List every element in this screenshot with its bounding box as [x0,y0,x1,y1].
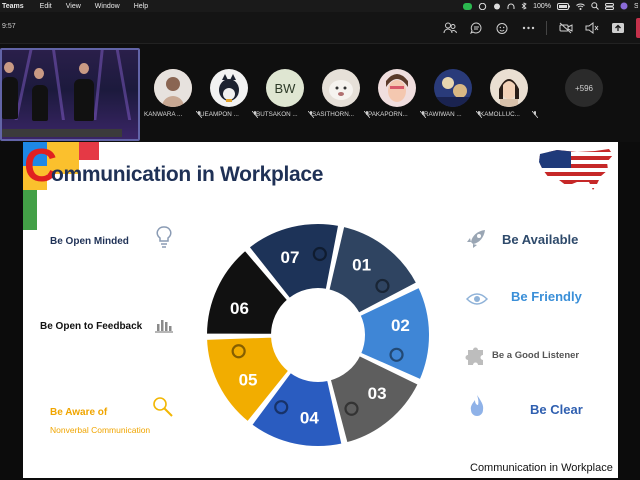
label-open-minded: Be Open Minded [50,236,129,247]
avatar [322,69,360,107]
presenter-head [4,62,14,73]
meeting-timer: 9:57 [2,23,16,30]
wifi-icon[interactable] [576,3,585,10]
participant-strip: KANWARA ... UEAMPON ... BW BUTSAKON ... … [0,44,640,142]
menu-app-teams[interactable]: Teams [2,3,24,10]
slide-title: ommunication in Workplace [51,163,324,186]
label-good-listener: Be a Good Listener [492,350,580,361]
participant-tile[interactable]: SASITHORN... [312,69,370,118]
participant-tile[interactable]: KANWARA ... [144,69,202,118]
deco-square [79,142,99,160]
camera-off-icon[interactable] [558,20,574,36]
participant-tile[interactable]: UEAMPON ... [200,69,258,118]
presenter-head [79,63,89,74]
segment-label-04: 04 [300,409,319,428]
toolbar-divider [546,21,547,35]
teams-meeting-window: Teams Edit View Window Help 100% S 9:57 [0,0,640,480]
avatar [210,69,248,107]
stage-video[interactable] [0,48,140,141]
eye-icon [466,293,488,305]
speaker-muted-icon[interactable] [584,20,600,36]
control-center-icon[interactable] [605,2,614,10]
battery-icon[interactable] [557,2,570,10]
label-be-aware: Be Aware of [50,407,108,418]
lightbulb-icon [156,226,172,248]
puzzle-icon [465,347,483,365]
avatar [154,69,192,107]
stage-caption-bar [2,129,122,137]
siri-icon[interactable] [620,2,628,10]
participant-tile[interactable]: KAMOLLUC... [480,69,538,118]
avatar-initials: BW [274,80,296,96]
clock-truncated: S [634,2,638,10]
segment-label-06: 06 [230,299,249,318]
participant-tile[interactable]: BW BUTSAKON ... [256,69,314,118]
line-icon[interactable] [463,2,473,10]
segment-label-01: 01 [352,255,371,274]
segment-label-05: 05 [239,371,258,390]
presenter-figure [2,77,18,119]
menu-help[interactable]: Help [134,3,148,10]
headset-icon[interactable] [507,3,515,10]
presenter-figure [74,79,94,121]
slide-footer: Communication in Workplace [470,462,613,474]
rocket-icon [467,230,485,248]
status-tray: 100% S [463,0,640,12]
menu-view[interactable]: View [66,3,81,10]
label-nonverbal: Nonverbal Communication [50,425,151,435]
chat-icon[interactable] [468,20,484,36]
shared-slide: C ommunication in Workplace Be Open Mind… [23,142,618,478]
more-participants-button[interactable]: +596 [565,69,603,107]
avatar [490,69,528,107]
cycle-diagram: 01 02 03 04 05 06 07 [204,222,431,448]
leave-button[interactable] [636,18,640,38]
cloud-icon[interactable] [478,2,487,10]
flame-icon [470,395,484,416]
segment-label-03: 03 [368,384,387,403]
avatar [378,69,416,107]
label-be-clear: Be Clear [530,402,583,417]
presenter-head [34,68,44,79]
segment-label-02: 02 [391,316,410,335]
avatar [434,69,472,107]
menu-window[interactable]: Window [95,3,120,10]
meeting-toolbar: 9:57 [0,12,640,44]
label-open-to-feedback: Be Open to Feedback [40,321,143,332]
bar-chart-icon [155,320,173,333]
menu-bar: Teams Edit View Window Help 100% S [0,0,640,12]
bluetooth-icon[interactable] [521,2,527,10]
diagram-center [273,290,363,380]
more-icon[interactable] [520,20,536,36]
us-map-flag-icon [539,149,613,190]
people-icon[interactable] [442,20,458,36]
magnifier-icon [153,397,173,417]
label-be-available: Be Available [502,232,579,247]
deco-square [23,190,37,230]
participant-tile[interactable]: PAKAPORN... [368,69,426,118]
segment-label-07: 07 [281,248,300,267]
menu-edit[interactable]: Edit [40,3,52,10]
spotlight-icon[interactable] [591,2,599,10]
chat-bubble-icon[interactable] [493,3,501,10]
presenter-figure [32,85,48,121]
reactions-icon[interactable] [494,20,510,36]
mic-muted-icon [532,111,538,118]
participant-tile[interactable]: RAWIWAN ... [424,69,482,118]
battery-percent: 100% [533,2,551,10]
label-be-friendly: Be Friendly [511,289,582,304]
avatar: BW [266,69,304,107]
share-icon[interactable] [610,20,626,36]
